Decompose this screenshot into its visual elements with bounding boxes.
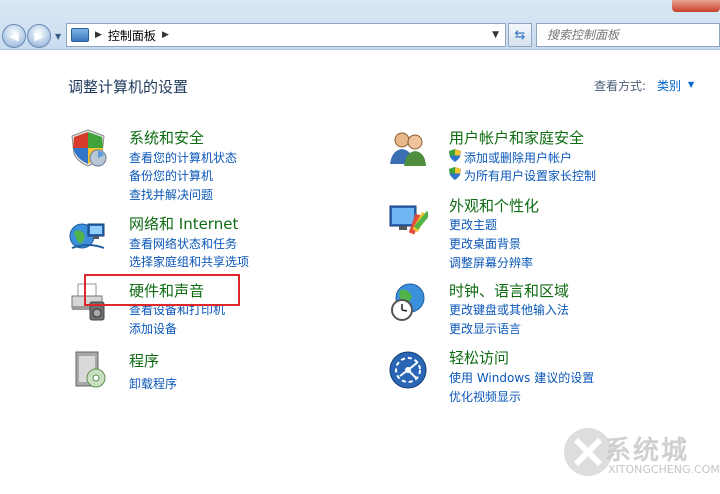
category-programs[interactable]: 程序 xyxy=(129,350,159,371)
link-troubleshoot[interactable]: 查找并解决问题 xyxy=(129,186,213,203)
shield-icon[interactable] xyxy=(68,128,108,168)
link-optimize-display[interactable]: 优化视频显示 xyxy=(449,388,521,405)
back-arrow-icon: ◀ xyxy=(9,29,19,43)
chevron-right-icon[interactable]: ▶ xyxy=(162,30,169,40)
link-add-device[interactable]: 添加设备 xyxy=(129,320,177,337)
category-system-security[interactable]: 系统和安全 xyxy=(129,127,204,148)
navigation-bar: ◀ ▶ ▼ ▶ 控制面板 ▶ ▼ ⇆ xyxy=(0,0,720,50)
link-add-remove-users[interactable]: 添加或删除用户帐户 xyxy=(464,149,572,166)
clock-globe-icon[interactable] xyxy=(388,282,428,322)
recent-pages-dropdown[interactable]: ▼ xyxy=(55,32,61,41)
link-view-network-status[interactable]: 查看网络状态和任务 xyxy=(129,235,237,252)
link-change-input-method[interactable]: 更改键盘或其他输入法 xyxy=(449,301,569,318)
highlight-box xyxy=(84,274,240,306)
link-screen-resolution[interactable]: 调整屏幕分辨率 xyxy=(449,254,533,271)
link-uninstall-program[interactable]: 卸载程序 xyxy=(129,375,177,392)
address-dropdown-icon[interactable]: ▼ xyxy=(492,30,499,40)
programs-icon[interactable] xyxy=(68,350,108,390)
link-backup-computer[interactable]: 备份您的计算机 xyxy=(129,167,213,184)
control-panel-icon xyxy=(71,28,89,42)
link-recommended-settings[interactable]: 使用 Windows 建议的设置 xyxy=(449,369,594,386)
ease-of-access-icon[interactable] xyxy=(388,350,428,390)
link-change-background[interactable]: 更改桌面背景 xyxy=(449,235,521,252)
link-change-display-language[interactable]: 更改显示语言 xyxy=(449,320,521,337)
watermark-subtext: XITONGCHENG.COM xyxy=(608,463,720,476)
search-box[interactable] xyxy=(536,23,720,47)
page-title: 调整计算机的设置 xyxy=(68,78,189,96)
uac-shield-icon xyxy=(449,149,461,162)
category-ease-of-access[interactable]: 轻松访问 xyxy=(449,347,509,368)
view-by-dropdown[interactable]: 类别 xyxy=(657,77,681,94)
refresh-button[interactable]: ⇆ xyxy=(508,23,532,47)
category-user-accounts[interactable]: 用户帐户和家庭安全 xyxy=(449,127,584,148)
chevron-down-icon[interactable]: ▼ xyxy=(688,80,694,89)
view-by-label: 查看方式: xyxy=(594,79,647,93)
search-input[interactable] xyxy=(537,24,719,46)
watermark-text: 系统城 xyxy=(605,436,690,466)
chevron-right-icon[interactable]: ▶ xyxy=(95,30,102,40)
category-appearance[interactable]: 外观和个性化 xyxy=(449,195,539,216)
forward-arrow-icon: ▶ xyxy=(34,29,44,43)
appearance-icon[interactable] xyxy=(388,200,428,240)
uac-shield-icon xyxy=(449,167,461,180)
refresh-icon: ⇆ xyxy=(514,27,526,43)
link-view-computer-status[interactable]: 查看您的计算机状态 xyxy=(129,149,237,166)
close-button[interactable] xyxy=(672,0,720,12)
breadcrumb-control-panel[interactable]: 控制面板 xyxy=(108,27,156,44)
back-button[interactable]: ◀ xyxy=(2,24,26,48)
users-icon[interactable] xyxy=(388,128,428,168)
category-clock-language-region[interactable]: 时钟、语言和区域 xyxy=(449,280,569,301)
link-parental-controls[interactable]: 为所有用户设置家长控制 xyxy=(464,167,596,184)
address-bar[interactable]: ▶ 控制面板 ▶ ▼ xyxy=(66,23,506,47)
forward-button[interactable]: ▶ xyxy=(27,24,51,48)
link-homegroup-sharing[interactable]: 选择家庭组和共享选项 xyxy=(129,253,249,270)
category-network-internet[interactable]: 网络和 Internet xyxy=(129,213,238,234)
link-change-theme[interactable]: 更改主题 xyxy=(449,216,497,233)
network-globe-icon[interactable] xyxy=(68,214,108,254)
